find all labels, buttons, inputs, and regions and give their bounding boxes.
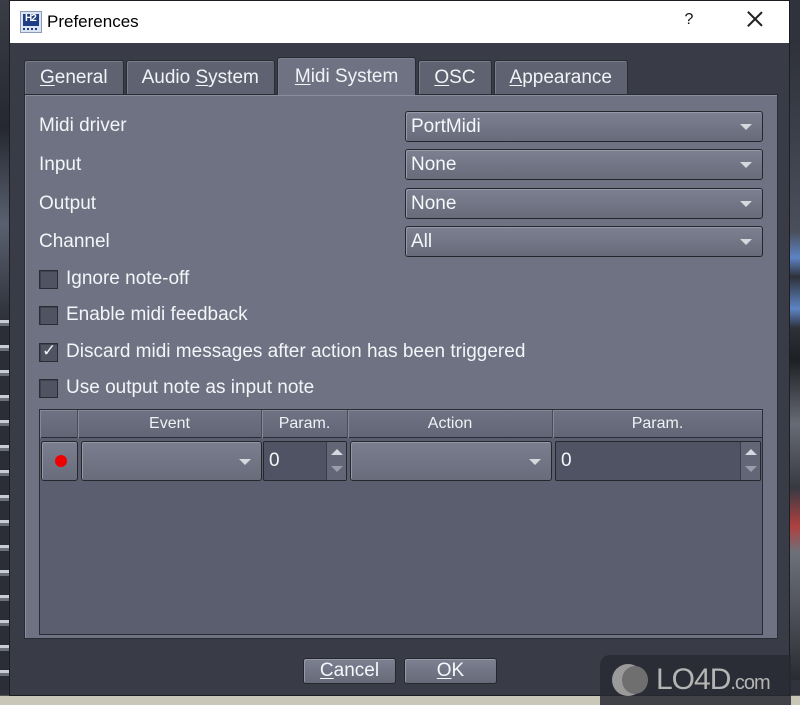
tab-audio-system[interactable]: Audio System [125, 60, 275, 95]
enable-midi-feedback-option[interactable]: Enable midi feedback [39, 302, 248, 328]
input-label: Input [39, 154, 82, 175]
channel-dropdown[interactable]: All [405, 226, 763, 257]
discard-midi-messages-label: Discard midi messages after action has b… [66, 341, 526, 362]
output-label: Output [39, 193, 97, 214]
tab-bar: General Audio System Midi System O SC App… [24, 57, 630, 95]
column-header-record [40, 410, 78, 438]
tab-general[interactable]: General [24, 60, 124, 95]
chevron-down-icon [740, 162, 752, 168]
help-button[interactable]: ? [682, 11, 696, 29]
midi-system-panel: Midi driver PortMidi Input None Output N… [24, 94, 778, 639]
record-button[interactable] [41, 441, 78, 481]
event-param-spinbox[interactable]: 0 [263, 441, 347, 481]
action-dropdown[interactable] [350, 441, 552, 481]
window-title: Preferences [47, 12, 139, 31]
midi-driver-label: Midi driver [39, 115, 127, 136]
use-output-note-label: Use output note as input note [66, 377, 315, 398]
action-param-spinbox[interactable]: 0 [555, 441, 761, 481]
input-dropdown[interactable]: None [405, 149, 763, 180]
event-dropdown[interactable] [81, 441, 262, 481]
discard-midi-messages-option[interactable]: ✓ Discard midi messages after action has… [39, 339, 525, 365]
close-icon[interactable] [745, 9, 765, 29]
background-app-mixer-strip [0, 320, 9, 690]
watermark-text: LO4D.com [656, 663, 771, 696]
output-dropdown[interactable]: None [405, 188, 763, 219]
title-bar: H2 Preferences ? [10, 1, 789, 43]
enable-midi-feedback-label: Enable midi feedback [66, 304, 248, 325]
channel-value: All [411, 230, 433, 252]
background-app-right-panel [790, 40, 800, 680]
midi-driver-value: PortMidi [411, 115, 481, 137]
background-app-left-edge [0, 0, 9, 320]
input-value: None [411, 153, 457, 175]
enable-midi-feedback-checkbox[interactable] [39, 305, 58, 325]
lo4d-logo-icon [606, 660, 652, 700]
preferences-dialog: H2 Preferences ? General Audio System Mi… [9, 0, 790, 696]
spin-down-icon[interactable] [331, 466, 343, 472]
ignore-note-off-checkbox[interactable] [39, 269, 58, 289]
event-param-value: 0 [269, 450, 280, 471]
chevron-down-icon [740, 239, 752, 245]
action-param-value: 0 [561, 450, 572, 471]
tab-osc[interactable]: O SC [418, 60, 492, 95]
chevron-down-icon [740, 124, 752, 130]
action-param-stepper [740, 442, 760, 480]
chevron-down-icon [740, 201, 752, 207]
ok-button[interactable]: OK [404, 658, 497, 684]
spin-down-icon[interactable] [745, 466, 757, 472]
channel-label: Channel [39, 231, 110, 252]
spin-up-icon[interactable] [745, 449, 757, 455]
column-header-event: Event [78, 410, 262, 438]
use-output-note-option[interactable]: Use output note as input note [39, 375, 314, 401]
chevron-down-icon [529, 459, 541, 465]
tab-appearance[interactable]: Appearance [493, 60, 628, 95]
midi-driver-dropdown[interactable]: PortMidi [405, 111, 763, 142]
checkmark-icon: ✓ [42, 340, 57, 360]
column-header-action-param: Param. [553, 410, 762, 438]
output-value: None [411, 192, 457, 214]
ignore-note-off-option[interactable]: Ignore note-off [39, 266, 189, 292]
table-header: Event Param. Action Param. [40, 410, 762, 438]
discard-midi-messages-checkbox[interactable]: ✓ [39, 340, 58, 362]
midi-action-table: Event Param. Action Param. 0 0 [39, 409, 763, 635]
column-header-event-param: Param. [262, 410, 348, 438]
cancel-button[interactable]: Cancel [303, 658, 396, 684]
use-output-note-checkbox[interactable] [39, 378, 58, 398]
chevron-down-icon [239, 459, 251, 465]
tab-midi-system[interactable]: Midi System [276, 57, 417, 95]
column-header-action: Action [348, 410, 553, 438]
hydrogen-logo-icon: H2 [20, 11, 42, 33]
ignore-note-off-label: Ignore note-off [66, 268, 190, 289]
event-param-stepper [326, 442, 346, 480]
record-dot-icon [55, 455, 67, 467]
spin-up-icon[interactable] [331, 449, 343, 455]
watermark: LO4D.com [600, 655, 791, 705]
